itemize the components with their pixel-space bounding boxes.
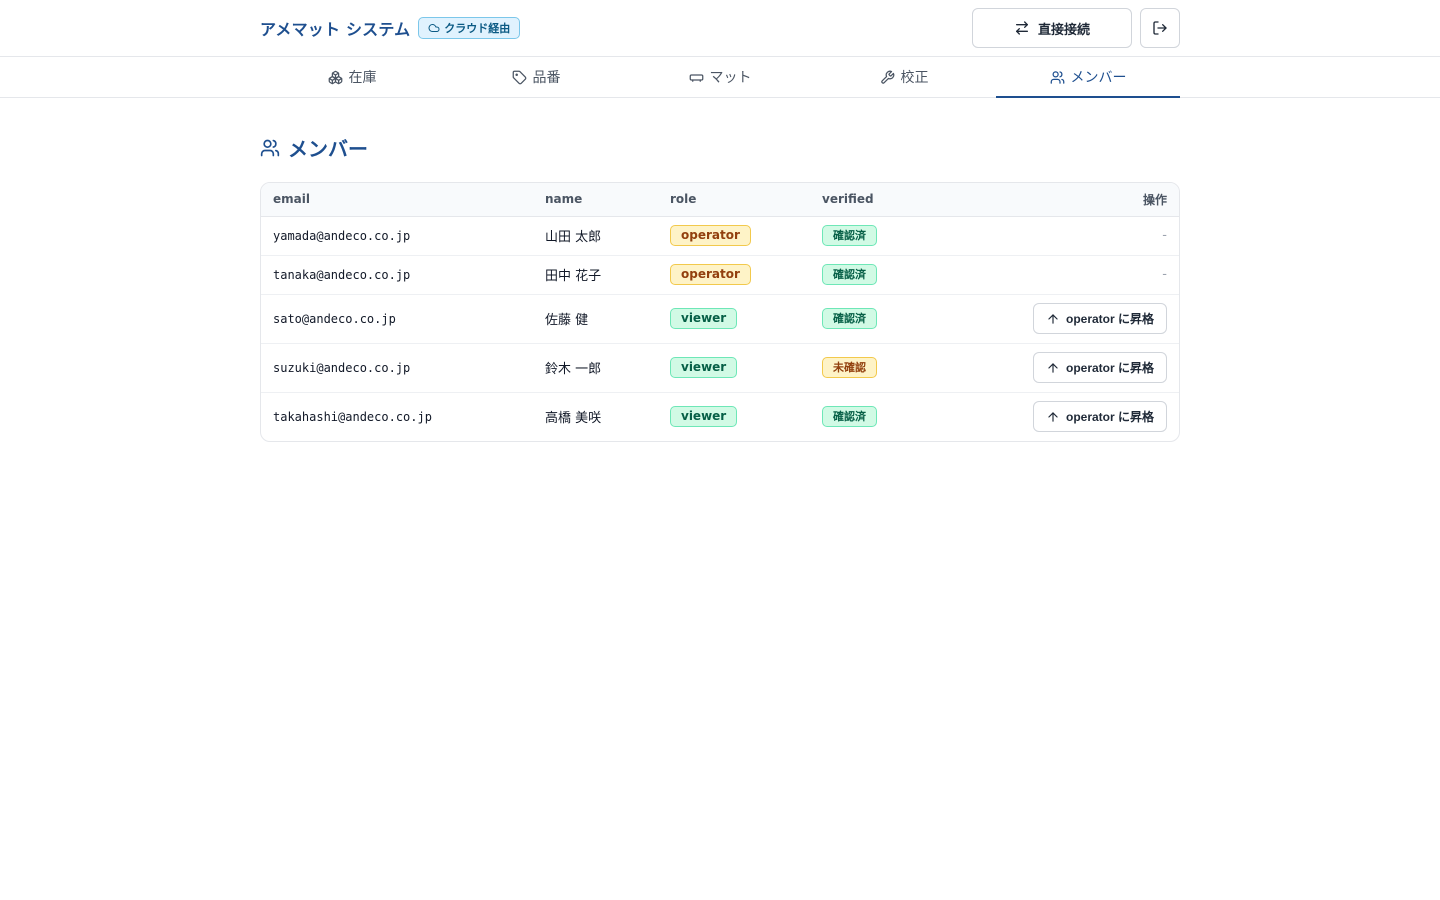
- table-header-row: email name role verified 操作: [261, 183, 1179, 216]
- wrench-icon: [880, 70, 894, 84]
- table-row: yamada@andeco.co.jp 山田 太郎 operator 確認済 -: [261, 216, 1179, 255]
- member-email: tanaka@andeco.co.jp: [273, 267, 411, 282]
- member-email: sato@andeco.co.jp: [273, 311, 396, 326]
- tab-mats[interactable]: マット: [628, 57, 812, 97]
- verified-badge: 確認済: [822, 406, 877, 428]
- table-row: sato@andeco.co.jp 佐藤 健 viewer 確認済 operat…: [261, 294, 1179, 343]
- arrow-up-icon: [1048, 412, 1058, 422]
- member-name: 田中 花子: [545, 269, 602, 284]
- member-name: 鈴木 一郎: [545, 362, 602, 377]
- connection-badge-label: クラウド経由: [444, 22, 511, 35]
- promote-operator-button[interactable]: operator に昇格: [1032, 401, 1167, 433]
- connection-badge: クラウド経由: [418, 17, 521, 39]
- tab-bar: 在庫 品番 マット 校正 メンバー: [0, 57, 1440, 98]
- arrow-up-icon: [1048, 313, 1058, 324]
- tab-members[interactable]: メンバー: [996, 57, 1180, 98]
- role-badge: viewer: [670, 357, 738, 378]
- logout-icon: [1153, 21, 1167, 35]
- no-action: -: [1162, 228, 1167, 243]
- header-actions: 操作: [1142, 192, 1167, 207]
- tab-calibration-label: 校正: [900, 70, 929, 86]
- table-row: suzuki@andeco.co.jp 鈴木 一郎 viewer 未確認 ope…: [261, 343, 1179, 392]
- logout-button[interactable]: [1140, 8, 1180, 48]
- verified-badge: 確認済: [822, 264, 877, 285]
- header-verified: verified: [822, 192, 874, 207]
- tab-inventory[interactable]: 在庫: [260, 57, 444, 97]
- app-title: アメマット システム: [260, 20, 411, 39]
- members-table: email name role verified 操作 yamada@andec…: [260, 182, 1180, 442]
- brand: アメマット システム クラウド経由: [260, 16, 521, 40]
- tab-part-numbers-label: 品番: [532, 70, 561, 86]
- direct-connect-button[interactable]: 直接接続: [972, 8, 1132, 48]
- users-icon: [1050, 70, 1064, 84]
- member-name: 高橋 美咲: [545, 411, 602, 427]
- arrow-up-icon: [1048, 362, 1058, 373]
- page-title: メンバー: [260, 133, 368, 162]
- tab-part-numbers[interactable]: 品番: [444, 57, 628, 97]
- app-header: アメマット システム クラウド経由 直接接続: [0, 0, 1440, 57]
- tab-members-label: メンバー: [1070, 70, 1127, 86]
- tab-inventory-label: 在庫: [348, 70, 377, 86]
- cloud-icon: [428, 24, 440, 32]
- tab-calibration[interactable]: 校正: [812, 57, 996, 97]
- verified-badge: 未確認: [822, 357, 877, 378]
- header-name: name: [545, 192, 583, 207]
- member-email: suzuki@andeco.co.jp: [273, 360, 411, 375]
- boxes-icon: [328, 70, 342, 84]
- tab-mats-label: マット: [709, 70, 752, 86]
- role-badge: operator: [670, 264, 751, 285]
- promote-operator-button[interactable]: operator に昇格: [1032, 352, 1167, 383]
- verified-badge: 確認済: [822, 308, 877, 329]
- swap-arrows-icon: [1015, 21, 1028, 35]
- direct-connect-label: 直接接続: [1037, 21, 1090, 37]
- header-email: email: [273, 192, 310, 207]
- promote-operator-button[interactable]: operator に昇格: [1032, 303, 1167, 334]
- page-title-text: メンバー: [288, 137, 368, 161]
- table-row: takahashi@andeco.co.jp 高橋 美咲 viewer 確認済 …: [261, 392, 1179, 441]
- no-action: -: [1162, 267, 1167, 282]
- promote-operator-label: operator に昇格: [1065, 361, 1154, 375]
- promote-operator-label: operator に昇格: [1065, 312, 1154, 326]
- role-badge: operator: [670, 225, 751, 246]
- promote-operator-label: operator に昇格: [1065, 410, 1154, 425]
- verified-badge: 確認済: [822, 225, 877, 246]
- header-role: role: [670, 192, 697, 207]
- member-name: 佐藤 健: [545, 313, 589, 328]
- member-email: yamada@andeco.co.jp: [273, 228, 411, 243]
- table-row: tanaka@andeco.co.jp 田中 花子 operator 確認済 -: [261, 255, 1179, 294]
- member-email: takahashi@andeco.co.jp: [273, 409, 432, 424]
- member-name: 山田 太郎: [545, 230, 602, 245]
- tag-icon: [512, 70, 526, 84]
- role-badge: viewer: [670, 308, 738, 329]
- role-badge: viewer: [670, 406, 738, 428]
- users-icon: [260, 139, 280, 156]
- mat-icon: [689, 73, 703, 82]
